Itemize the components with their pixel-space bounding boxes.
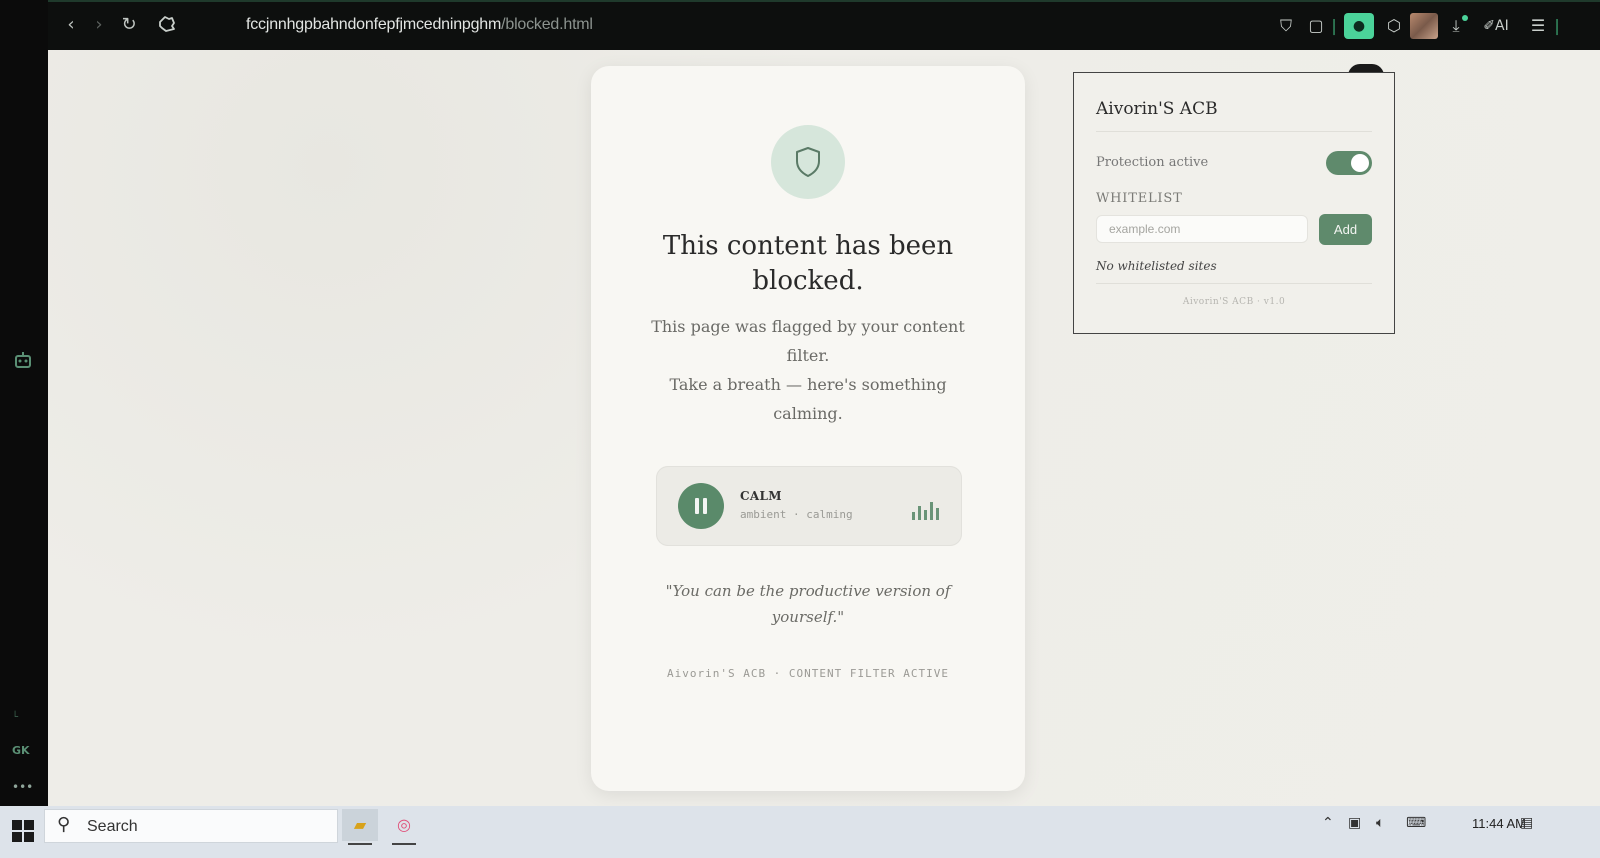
acb-extension-icon[interactable]: ● xyxy=(1344,13,1374,39)
sidebar-more-icon[interactable]: ••• xyxy=(12,780,33,794)
windows-taskbar: ⚲ Search ▰ ◎ ⌃ ▣ 🔈︎ ⌨ 11:44 AM ▤ xyxy=(0,806,1600,858)
pause-button[interactable] xyxy=(678,483,724,529)
url-path: /blocked.html xyxy=(501,16,593,33)
robot-icon[interactable] xyxy=(12,349,34,376)
calming-message: Take a breath — here's something calming… xyxy=(669,375,947,423)
sidebar-gk-label[interactable]: GK xyxy=(12,744,30,757)
ai-label: AI xyxy=(1495,18,1509,34)
track-title: CALM xyxy=(740,489,782,503)
menu-icon[interactable]: ☰ xyxy=(1526,13,1550,39)
taskbar-search[interactable]: ⚲ Search xyxy=(44,809,338,843)
page-viewport: This content has been blocked. This page… xyxy=(48,50,1600,824)
profile-avatar[interactable] xyxy=(1410,13,1438,39)
notification-icon[interactable]: ▤ xyxy=(1520,815,1533,831)
back-icon[interactable]: ‹ xyxy=(60,14,82,36)
url-host: fccjnnhgpbahndonfepfjmcedninpghm xyxy=(246,16,502,33)
popup-title: Aivorin'S ACB xyxy=(1096,99,1218,119)
shield-badge xyxy=(771,125,845,199)
file-explorer-icon[interactable]: ▰ xyxy=(342,809,378,845)
keyboard-icon[interactable]: ⌨ xyxy=(1406,815,1426,831)
windows-start-icon[interactable] xyxy=(12,820,34,842)
audio-player: CALM ambient · calming xyxy=(656,466,962,546)
extensions-icon[interactable]: ⬡ xyxy=(1382,13,1406,39)
network-icon[interactable]: ▣ xyxy=(1348,815,1361,831)
add-whitelist-button[interactable]: Add xyxy=(1319,214,1372,245)
motivational-quote: "You can be the productive version of yo… xyxy=(665,582,951,626)
forward-icon[interactable]: › xyxy=(88,14,110,36)
taskbar-clock[interactable]: 11:44 AM xyxy=(1472,816,1526,831)
search-icon: ⚲ xyxy=(57,814,71,835)
filter-status-note: Aivorin'S ACB · CONTENT FILTER ACTIVE xyxy=(666,667,950,680)
divider xyxy=(1096,131,1372,132)
download-icon[interactable]: ⤓ xyxy=(1444,13,1468,39)
toggle-knob xyxy=(1351,154,1369,172)
whitelist-input[interactable] xyxy=(1096,215,1308,243)
shield-icon xyxy=(796,147,820,177)
track-subtitle: ambient · calming xyxy=(740,508,853,521)
protection-toggle[interactable] xyxy=(1326,151,1372,175)
divider xyxy=(1096,283,1372,284)
blocked-card: This content has been blocked. This page… xyxy=(591,66,1025,791)
blocked-message: This page was flagged by your content fi… xyxy=(651,317,965,365)
whitelist-empty-text: No whitelisted sites xyxy=(1096,259,1217,273)
equalizer-icon xyxy=(912,500,944,520)
tray-chevron-icon[interactable]: ⌃ xyxy=(1322,815,1334,831)
tab-icon[interactable]: ▢ xyxy=(1304,13,1328,39)
bookmark-icon[interactable]: ⛉ xyxy=(1274,13,1298,39)
pause-icon xyxy=(695,498,699,514)
protection-label: Protection active xyxy=(1096,155,1209,170)
browser-app-icon[interactable]: ◎ xyxy=(386,809,422,845)
browser-toolbar: ‹ › ↻ fccjnnhgpbahndonfepfjmcedninpghm/b… xyxy=(48,0,1600,50)
extension-popup: Aivorin'S ACB Protection active WHITELIS… xyxy=(1073,72,1395,334)
browser-sidebar: └ GK ••• xyxy=(0,0,48,824)
popup-version: Aivorin'S ACB · v1.0 xyxy=(1182,297,1286,307)
ai-sparkle-icon: ✐ xyxy=(1483,18,1495,34)
sidebar-small-icon[interactable]: └ xyxy=(12,712,18,723)
address-bar[interactable]: fccjnnhgpbahndonfepfjmcedninpghm/blocked… xyxy=(246,16,593,34)
reload-icon[interactable]: ↻ xyxy=(118,14,140,36)
blocked-headline: This content has been blocked. xyxy=(662,231,954,296)
whitelist-label: WHITELIST xyxy=(1096,191,1183,206)
divider: | xyxy=(1331,16,1337,35)
volume-icon[interactable]: 🔈︎ xyxy=(1376,815,1384,831)
search-label: Search xyxy=(87,818,138,835)
ai-assistant-button[interactable]: ✐AI xyxy=(1474,13,1518,39)
divider: | xyxy=(1554,16,1560,35)
extension-puzzle-icon[interactable] xyxy=(156,14,178,36)
